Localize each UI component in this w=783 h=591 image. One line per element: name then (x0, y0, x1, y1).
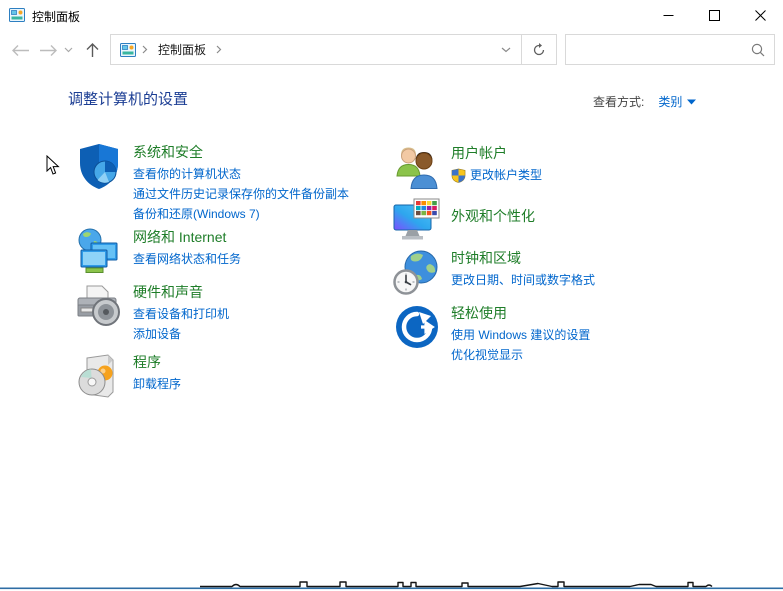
navbar: 控制面板 (0, 30, 783, 70)
link-backup-restore-win7[interactable]: 备份和还原(Windows 7) (133, 204, 349, 224)
link-change-date-time-format[interactable]: 更改日期、时间或数字格式 (451, 270, 595, 290)
link-change-account-type[interactable]: 更改帐户类型 (451, 165, 542, 185)
refresh-button[interactable] (522, 35, 556, 64)
close-button[interactable] (737, 0, 783, 30)
back-button[interactable] (8, 30, 32, 70)
link-optimize-visual-display[interactable]: 优化视觉显示 (451, 345, 590, 365)
address-bar[interactable]: 控制面板 (110, 34, 557, 65)
link-file-history-backup[interactable]: 通过文件历史记录保存你的文件备份副本 (133, 184, 349, 204)
system-security-icon[interactable] (75, 142, 123, 190)
category-title-clock-region[interactable]: 时钟和区域 (451, 249, 595, 268)
uac-shield-icon (451, 168, 466, 183)
clock-region-icon[interactable] (393, 248, 441, 296)
category-title-programs[interactable]: 程序 (133, 353, 181, 372)
link-view-devices-printers[interactable]: 查看设备和打印机 (133, 304, 229, 324)
forward-button[interactable] (36, 30, 60, 70)
category-hardware-sound: 硬件和声音 查看设备和打印机 添加设备 (75, 282, 390, 344)
up-button[interactable] (80, 30, 104, 70)
minimize-icon (663, 14, 673, 16)
window-bottom-border (0, 587, 783, 590)
category-title-network-internet[interactable]: 网络和 Internet (133, 228, 241, 247)
category-network-internet: 网络和 Internet 查看网络状态和任务 (75, 227, 390, 275)
hardware-sound-icon[interactable] (75, 282, 123, 330)
view-by-control: 查看方式: 类别 (593, 93, 697, 110)
category-ease-of-access: 轻松使用 使用 Windows 建议的设置 优化视觉显示 (393, 303, 708, 365)
link-view-network-status[interactable]: 查看网络状态和任务 (133, 249, 241, 269)
category-title-hardware-sound[interactable]: 硬件和声音 (133, 283, 229, 302)
category-appearance-personalization: 外观和个性化 (393, 196, 708, 244)
window-title: 控制面板 (32, 10, 81, 24)
view-by-value: 类别 (658, 95, 683, 109)
control-panel-window: 控制面板 控制面板 调整计算机的设置 查看方式: 类别 系统和安全 查看你的计算… (0, 0, 783, 591)
search-icon[interactable] (742, 43, 774, 57)
page-title: 调整计算机的设置 (68, 91, 189, 108)
chevron-down-icon (64, 47, 72, 53)
category-title-appearance-personalization[interactable]: 外观和个性化 (451, 207, 535, 226)
search-box[interactable] (565, 34, 775, 65)
refresh-icon (533, 42, 545, 55)
view-by-dropdown[interactable]: 类别 (658, 93, 697, 110)
address-dropdown-button[interactable] (491, 35, 521, 64)
link-label: 更改帐户类型 (470, 168, 543, 182)
view-by-label: 查看方式: (593, 95, 645, 109)
link-windows-suggested-settings[interactable]: 使用 Windows 建议的设置 (451, 325, 590, 345)
up-arrow-icon (86, 43, 98, 57)
maximize-button[interactable] (691, 0, 737, 30)
close-icon (754, 9, 766, 21)
control-panel-icon (9, 7, 25, 23)
category-system-security: 系统和安全 查看你的计算机状态 通过文件历史记录保存你的文件备份副本 备份和还原… (75, 142, 390, 224)
breadcrumb-chevron-icon[interactable] (216, 45, 222, 54)
bottom-glitch-artifact (0, 579, 783, 591)
ease-of-access-icon[interactable] (393, 303, 441, 351)
search-input[interactable] (566, 36, 742, 63)
link-view-computer-status[interactable]: 查看你的计算机状态 (133, 164, 349, 184)
minimize-button[interactable] (645, 0, 691, 30)
link-uninstall-program[interactable]: 卸载程序 (133, 374, 181, 394)
breadcrumb-chevron-icon[interactable] (142, 45, 148, 54)
back-arrow-icon (11, 44, 29, 56)
chevron-down-icon (501, 47, 511, 52)
mouse-cursor (46, 154, 60, 181)
programs-icon[interactable] (75, 352, 123, 400)
recent-locations-button[interactable] (60, 30, 76, 70)
category-programs: 程序 卸载程序 (75, 352, 390, 400)
appearance-personalization-icon[interactable] (393, 196, 441, 244)
category-clock-region: 时钟和区域 更改日期、时间或数字格式 (393, 248, 708, 296)
category-title-system-security[interactable]: 系统和安全 (133, 143, 349, 162)
forward-arrow-icon (39, 44, 57, 56)
titlebar: 控制面板 (0, 0, 783, 30)
user-accounts-icon[interactable] (393, 143, 441, 191)
category-user-accounts: 用户帐户 更改帐户类型 (393, 143, 708, 191)
network-internet-icon[interactable] (75, 227, 123, 275)
category-title-ease-of-access[interactable]: 轻松使用 (451, 304, 590, 323)
breadcrumb-item-control-panel[interactable]: 控制面板 (154, 41, 210, 58)
control-panel-icon (120, 42, 136, 58)
link-add-device[interactable]: 添加设备 (133, 324, 229, 344)
category-title-user-accounts[interactable]: 用户帐户 (451, 144, 542, 163)
maximize-icon (708, 9, 720, 21)
caret-down-icon (687, 99, 697, 105)
